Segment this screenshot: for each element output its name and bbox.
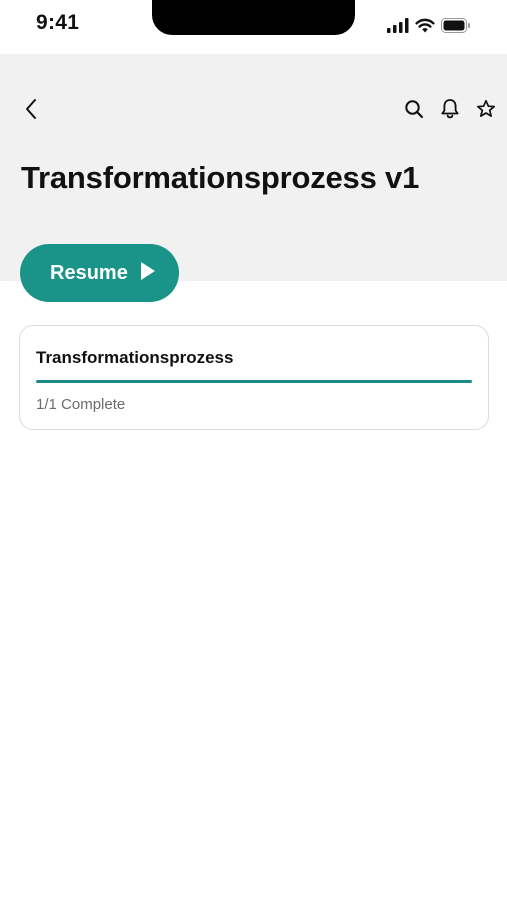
device-notch [152,0,355,35]
section-card[interactable]: Transformationsprozess 1/1 Complete [19,325,489,430]
header-actions [399,96,501,126]
wifi-icon [415,18,435,33]
back-button[interactable] [16,96,46,126]
play-icon [140,261,156,286]
status-time: 9:41 [36,11,80,34]
page-title: Transformationsprozess v1 [21,160,420,195]
favorite-button[interactable] [471,96,501,126]
battery-icon [441,17,471,33]
resume-button-label: Resume [50,261,128,284]
section-progress-fill [36,380,472,383]
status-bar: 9:41 [0,0,507,54]
cellular-signal-icon [387,17,409,33]
chevron-left-icon [24,98,38,125]
search-button[interactable] [399,96,429,126]
bell-icon [440,98,460,124]
status-icons [387,14,471,36]
star-icon [476,99,496,124]
search-icon [404,99,424,124]
section-status: 1/1 Complete [36,396,126,413]
section-progress-bar [36,380,472,383]
notifications-button[interactable] [435,96,465,126]
resume-button[interactable]: Resume [20,244,179,302]
section-title: Transformationsprozess [36,348,234,367]
